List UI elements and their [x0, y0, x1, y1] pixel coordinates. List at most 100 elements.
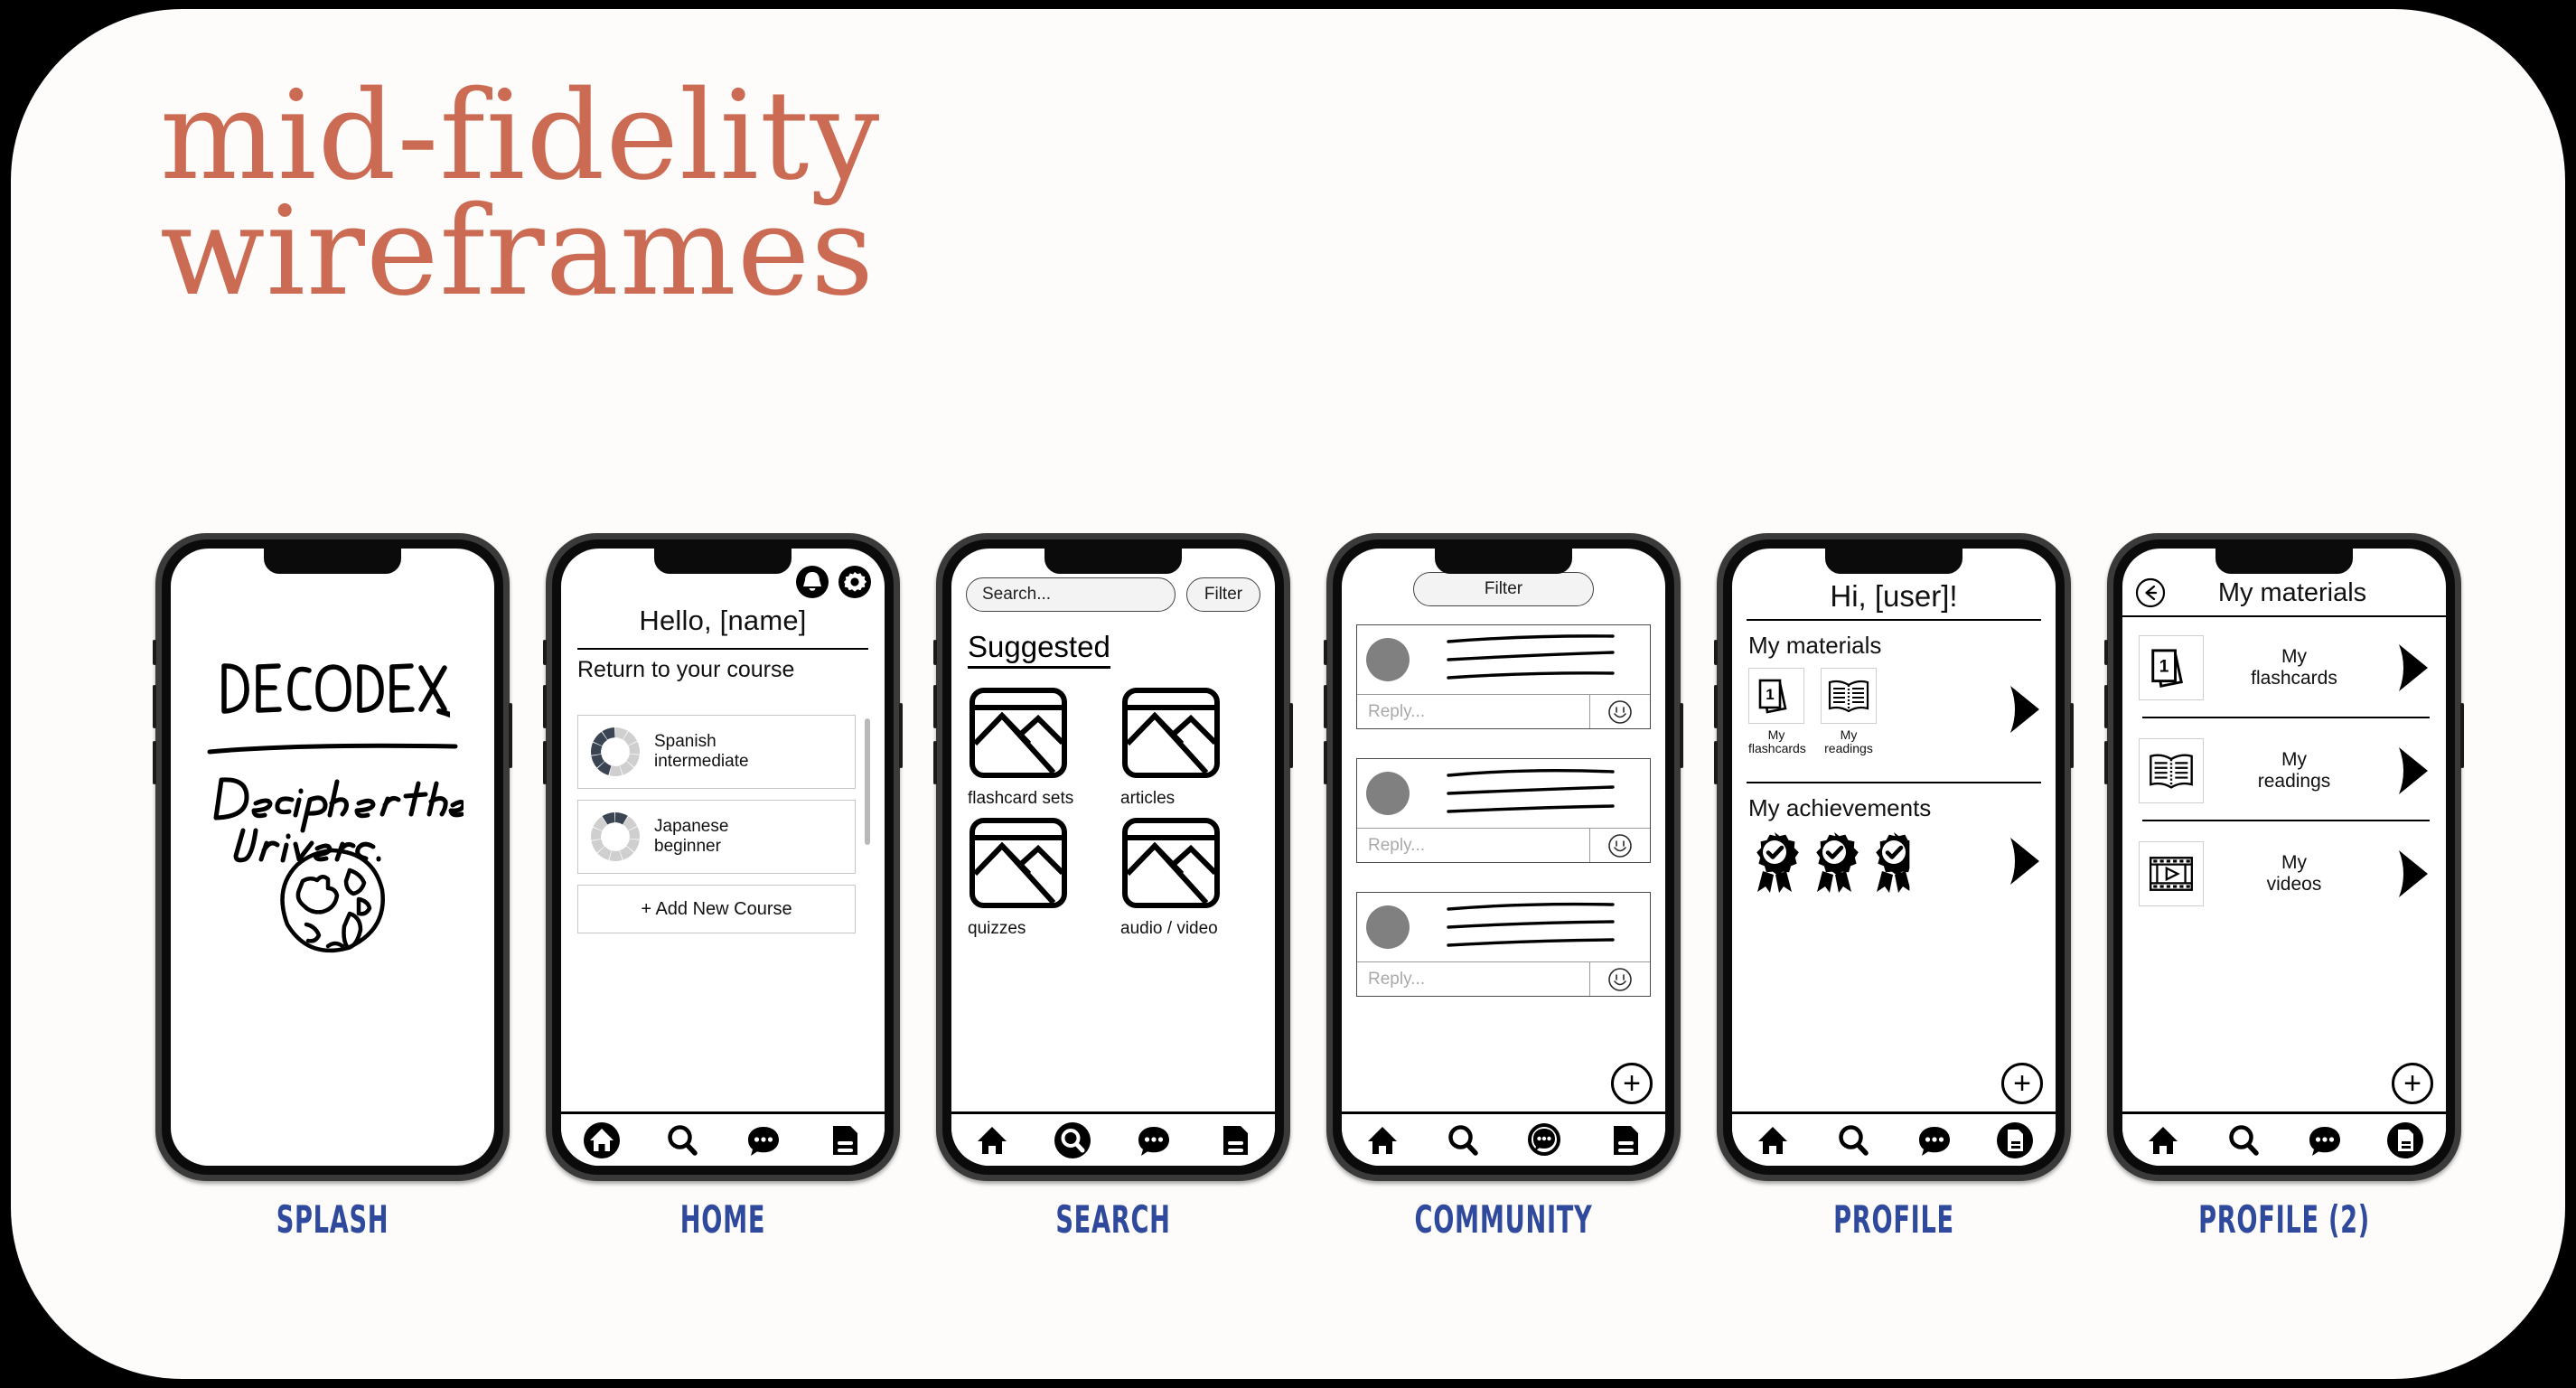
phone-volume-down-button[interactable]	[2104, 741, 2108, 784]
phone-power-button[interactable]	[899, 703, 903, 768]
search-icon[interactable]	[1834, 1121, 1872, 1159]
tile-quizzes[interactable]: quizzes	[968, 816, 1106, 939]
nav-search[interactable]	[1832, 1120, 1874, 1161]
tile-flashcard-sets[interactable]: flashcard sets	[968, 686, 1106, 809]
phone-volume-down-button[interactable]	[543, 741, 547, 784]
nav-community[interactable]	[1914, 1120, 1955, 1161]
nav-home[interactable]	[1362, 1120, 1403, 1161]
home-icon[interactable]	[973, 1121, 1011, 1159]
phone-mute-button[interactable]	[543, 640, 547, 665]
add-achievement-fab[interactable]: +	[2001, 1063, 2043, 1104]
chat-bubble-icon[interactable]	[1525, 1121, 1563, 1159]
bell-icon[interactable]	[795, 565, 829, 599]
nav-community-active[interactable]	[1523, 1120, 1565, 1161]
nav-profile[interactable]	[823, 1120, 865, 1161]
document-icon[interactable]	[825, 1121, 863, 1159]
nav-profile-active[interactable]	[1994, 1120, 2036, 1161]
phone-volume-up-button[interactable]	[153, 685, 156, 728]
phone-volume-up-button[interactable]	[2104, 685, 2108, 728]
tile-articles[interactable]: articles	[1120, 686, 1259, 809]
phone-volume-up-button[interactable]	[1714, 685, 1718, 728]
scrollbar[interactable]	[865, 718, 870, 845]
phone-volume-up-button[interactable]	[543, 685, 547, 728]
emoji-button[interactable]	[1590, 962, 1650, 996]
row-my-videos[interactable]: My videos	[2139, 841, 2431, 906]
nav-search[interactable]	[1442, 1120, 1484, 1161]
phone-volume-down-button[interactable]	[153, 741, 156, 784]
nav-community[interactable]	[743, 1120, 784, 1161]
home-icon[interactable]	[583, 1121, 621, 1159]
gear-icon[interactable]	[838, 565, 872, 599]
nav-profile[interactable]	[1604, 1120, 1645, 1161]
phone-mute-button[interactable]	[1714, 640, 1718, 665]
search-input[interactable]: Search...	[966, 577, 1176, 612]
home-icon[interactable]	[2144, 1121, 2182, 1159]
materials-next-arrow[interactable]	[2005, 683, 2043, 740]
document-icon[interactable]	[1996, 1121, 2034, 1159]
material-flashcards[interactable]: 1 My flashcards	[1748, 668, 1806, 756]
document-icon[interactable]	[1606, 1121, 1644, 1159]
nav-home[interactable]	[2142, 1120, 2184, 1161]
post-card[interactable]: Reply...	[1356, 892, 1651, 997]
phone-mute-button[interactable]	[933, 640, 937, 665]
nav-home-active[interactable]	[581, 1120, 623, 1161]
nav-profile[interactable]	[1213, 1120, 1255, 1161]
back-arrow-icon[interactable]	[2135, 577, 2166, 608]
award-ribbon-icon[interactable]	[1747, 830, 1803, 896]
search-icon[interactable]	[1054, 1121, 1091, 1159]
phone-power-button[interactable]	[2460, 703, 2464, 768]
document-icon[interactable]	[1215, 1121, 1253, 1159]
phone-power-button[interactable]	[1289, 703, 1293, 768]
search-icon[interactable]	[663, 1121, 701, 1159]
home-icon[interactable]	[1754, 1121, 1792, 1159]
phone-volume-down-button[interactable]	[933, 741, 937, 784]
phone-mute-button[interactable]	[2104, 640, 2108, 665]
course-card-japanese[interactable]: Japanese beginner	[577, 800, 856, 874]
phone-power-button[interactable]	[1680, 703, 1683, 768]
phone-volume-up-button[interactable]	[1324, 685, 1327, 728]
award-ribbon-icon[interactable]	[1866, 830, 1922, 896]
phone-mute-button[interactable]	[153, 640, 156, 665]
document-icon[interactable]	[2386, 1121, 2424, 1159]
material-readings[interactable]: My readings	[1821, 668, 1877, 756]
nav-search-active[interactable]	[1052, 1120, 1093, 1161]
phone-volume-down-button[interactable]	[1714, 741, 1718, 784]
add-post-fab[interactable]: +	[1611, 1063, 1653, 1104]
add-new-course-button[interactable]: + Add New Course	[577, 885, 856, 933]
home-icon[interactable]	[1363, 1121, 1401, 1159]
arrow-right-icon[interactable]	[2393, 745, 2431, 797]
arrow-right-icon[interactable]	[2393, 848, 2431, 900]
post-card[interactable]: Reply...	[1356, 624, 1651, 729]
nav-search[interactable]	[2223, 1120, 2264, 1161]
row-my-readings[interactable]: My readings	[2139, 738, 2431, 803]
award-ribbon-icon[interactable]	[1806, 830, 1862, 896]
phone-power-button[interactable]	[509, 703, 512, 768]
nav-search[interactable]	[661, 1120, 703, 1161]
reply-input[interactable]: Reply...	[1357, 962, 1590, 996]
search-icon[interactable]	[1444, 1121, 1482, 1159]
filter-button[interactable]: Filter	[1413, 572, 1594, 606]
tile-audio-video[interactable]: audio / video	[1120, 816, 1259, 939]
course-card-spanish[interactable]: Spanish intermediate	[577, 715, 856, 789]
phone-mute-button[interactable]	[1324, 640, 1327, 665]
nav-profile-active[interactable]	[2384, 1120, 2426, 1161]
post-card[interactable]: Reply...	[1356, 758, 1651, 863]
search-icon[interactable]	[2225, 1121, 2262, 1159]
nav-community[interactable]	[1133, 1120, 1175, 1161]
chat-bubble-icon[interactable]	[1916, 1121, 1953, 1159]
chat-bubble-icon[interactable]	[1135, 1121, 1173, 1159]
emoji-button[interactable]	[1590, 695, 1650, 728]
phone-volume-up-button[interactable]	[933, 685, 937, 728]
arrow-right-icon[interactable]	[2393, 642, 2431, 694]
reply-input[interactable]: Reply...	[1357, 695, 1590, 728]
reply-input[interactable]: Reply...	[1357, 829, 1590, 862]
add-material-fab[interactable]: +	[2392, 1063, 2433, 1104]
phone-power-button[interactable]	[2070, 703, 2074, 768]
chat-bubble-icon[interactable]	[2306, 1121, 2344, 1159]
nav-home[interactable]	[971, 1120, 1013, 1161]
nav-home[interactable]	[1752, 1120, 1794, 1161]
nav-community[interactable]	[2304, 1120, 2346, 1161]
emoji-button[interactable]	[1590, 829, 1650, 862]
phone-volume-down-button[interactable]	[1324, 741, 1327, 784]
row-my-flashcards[interactable]: 1 My flashcards	[2139, 635, 2431, 700]
